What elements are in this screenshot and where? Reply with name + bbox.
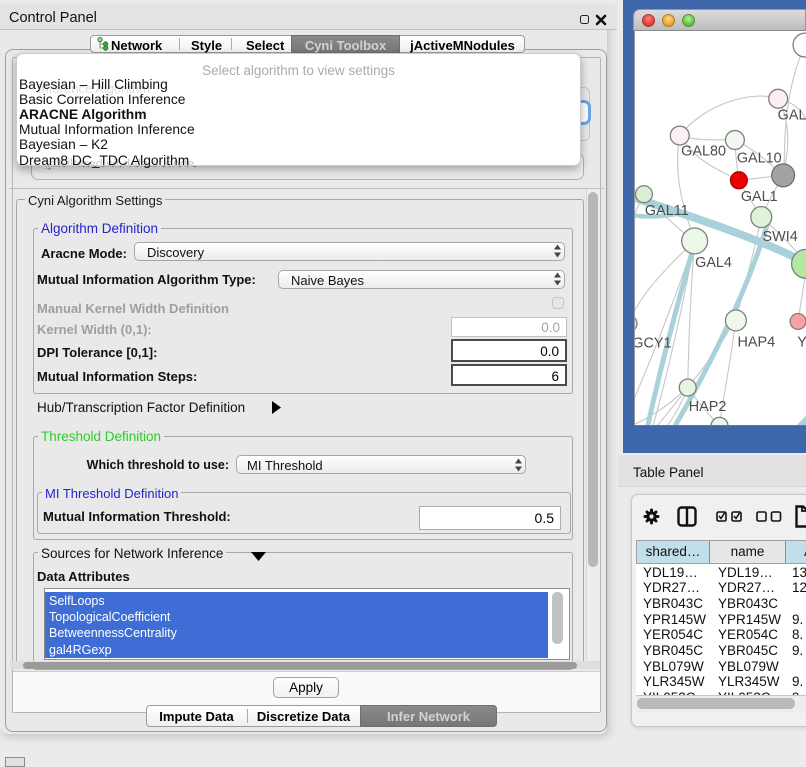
svg-text:GAL: GAL	[778, 108, 806, 124]
svg-text:GAL10: GAL10	[737, 150, 782, 166]
svg-text:GAL1: GAL1	[741, 189, 778, 205]
svg-text:Y: Y	[797, 334, 806, 350]
svg-text:GCY1: GCY1	[634, 335, 672, 351]
svg-text:HAP2: HAP2	[689, 399, 727, 415]
svg-text:GAL80: GAL80	[681, 143, 726, 159]
svg-text:GAL11: GAL11	[645, 203, 689, 219]
svg-text:HAP4: HAP4	[737, 334, 775, 350]
svg-text:GAL4: GAL4	[695, 255, 732, 271]
svg-text:SWI4: SWI4	[763, 229, 798, 245]
